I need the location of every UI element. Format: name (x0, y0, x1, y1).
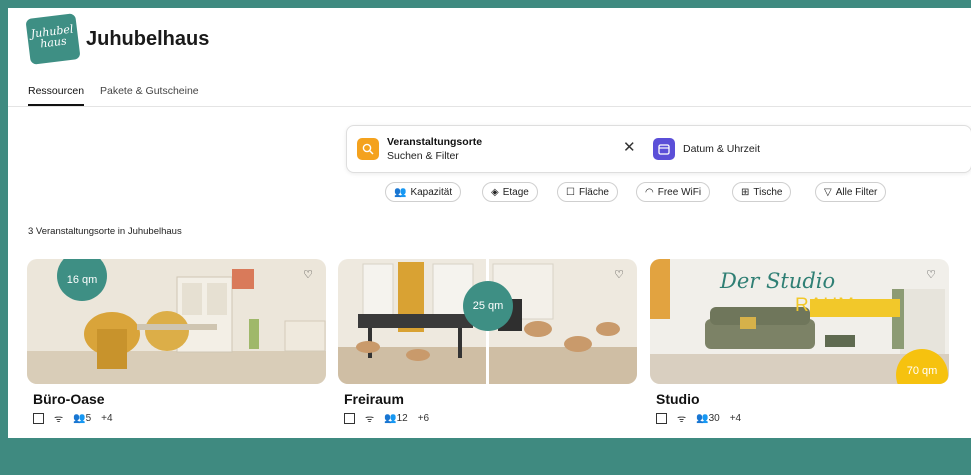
chip-label: Etage (502, 187, 529, 198)
chip-label: Tische (753, 187, 783, 198)
area-icon (344, 412, 355, 424)
capacity: 👥30 (696, 413, 720, 424)
venue-photo[interactable]: 16 qm ♡ (27, 259, 326, 384)
favorite-heart-icon[interactable]: ♡ (611, 267, 627, 283)
app-window: Juhubel haus Juhubelhaus Ressourcen Pake… (8, 8, 971, 438)
search-subtitle[interactable]: Suchen & Filter (387, 150, 459, 162)
brand-logo[interactable]: Juhubel haus (25, 13, 81, 65)
layers-icon: ◈ (491, 187, 499, 198)
area-icon (33, 412, 44, 424)
more-amenities: +4 (101, 412, 113, 424)
date-time-field[interactable]: Datum & Uhrzeit (683, 143, 760, 155)
tab-ressourcen[interactable]: Ressourcen (28, 85, 85, 106)
people-icon: 👥 (394, 187, 407, 198)
search-bar[interactable]: Veranstaltungsorte Suchen & Filter ✕ Dat… (346, 125, 971, 173)
chip-label: Alle Filter (835, 187, 878, 198)
capacity-value: 12 (396, 412, 408, 424)
filter-kapazitaet[interactable]: 👥 Kapazität (385, 182, 462, 202)
image-script-text: Der Studio (720, 269, 836, 293)
filter-alle-filter[interactable]: ▽ Alle Filter (815, 182, 887, 202)
clear-search-button[interactable]: ✕ (623, 138, 636, 156)
search-title[interactable]: Veranstaltungsorte (387, 136, 482, 148)
logo-text: Juhubel haus (30, 22, 75, 51)
wifi-icon: ◠ (645, 187, 654, 198)
image-raum-text: RAUM (795, 295, 855, 316)
wifi-icon: ᯤ (677, 414, 687, 425)
tab-bar: Ressourcen Pakete & Gutscheine (8, 78, 971, 107)
table-icon: ⊞ (741, 187, 750, 198)
venue-card-studio[interactable]: Der Studio RAUM 70 qm ♡ Studio ᯤ 👥30 +4 (650, 259, 949, 425)
search-icon (357, 138, 379, 160)
wifi-icon: ᯤ (54, 414, 64, 425)
people-icon: 👥 (73, 412, 86, 424)
calendar-icon[interactable] (653, 138, 675, 160)
filter-flaeche[interactable]: ☐ Fläche (557, 182, 618, 202)
favorite-heart-icon[interactable]: ♡ (923, 267, 939, 283)
filter-tische[interactable]: ⊞ Tische (732, 182, 792, 202)
filter-icon: ▽ (824, 187, 832, 198)
capacity: 👥12 (384, 413, 408, 424)
chip-label: Free WiFi (657, 187, 702, 198)
capacity-value: 30 (708, 412, 720, 424)
venue-title[interactable]: Freiraum (344, 391, 637, 407)
venue-card-freiraum[interactable]: 25 qm ♡ Freiraum ᯤ 👥12 +6 (338, 259, 637, 425)
filter-free-wifi[interactable]: ◠ Free WiFi (636, 182, 711, 202)
favorite-heart-icon[interactable]: ♡ (300, 267, 316, 283)
filter-etage[interactable]: ◈ Etage (482, 182, 538, 202)
more-amenities: +6 (417, 412, 430, 424)
area-icon (656, 412, 667, 424)
people-icon: 👥 (696, 412, 709, 424)
venue-amenities: ᯤ 👥30 +4 (656, 411, 949, 425)
venue-card-buero-oase[interactable]: 16 qm ♡ Büro-Oase ᯤ 👥5 +4 (27, 259, 326, 425)
chip-label: Fläche (578, 187, 609, 198)
brand-name: Juhubelhaus (86, 28, 210, 50)
venue-photo[interactable]: Der Studio RAUM 70 qm ♡ (650, 259, 949, 384)
area-badge: 25 qm (463, 281, 513, 331)
venue-title[interactable]: Büro-Oase (33, 391, 326, 407)
result-count: 3 Veranstaltungsorte in Juhubelhaus (28, 226, 182, 237)
venue-title[interactable]: Studio (656, 391, 949, 407)
venue-amenities: ᯤ 👥5 +4 (33, 411, 326, 425)
wifi-icon: ᯤ (365, 414, 375, 425)
chip-label: Kapazität (410, 187, 453, 198)
capacity: 👥5 (73, 413, 91, 424)
more-amenities: +4 (729, 412, 742, 424)
people-icon: 👥 (384, 412, 397, 424)
capacity-value: 5 (85, 412, 92, 424)
venue-photo[interactable]: 25 qm ♡ (338, 259, 637, 384)
tab-pakete-gutscheine[interactable]: Pakete & Gutscheine (100, 85, 199, 97)
venue-amenities: ᯤ 👥12 +6 (344, 411, 637, 425)
square-icon: ☐ (566, 187, 575, 198)
